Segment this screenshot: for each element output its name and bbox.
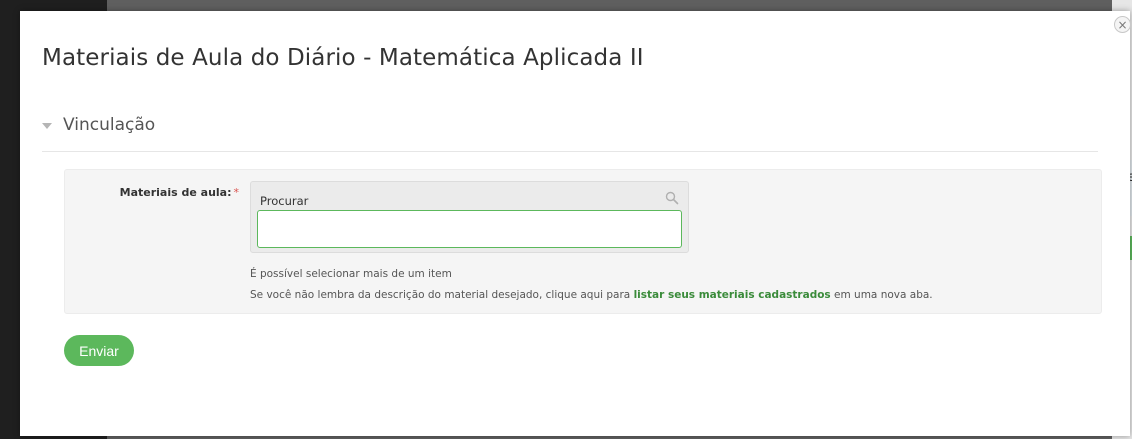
- help-text-list-materials: Se você não lembra da descrição do mater…: [250, 289, 933, 301]
- modal-dialog: Materiais de Aula do Diário - Matemática…: [20, 11, 1130, 436]
- help-text-prefix: Se você não lembra da descrição do mater…: [250, 289, 634, 301]
- help-text-suffix: em uma nova aba.: [830, 289, 933, 301]
- triangle-down-icon: [42, 122, 52, 129]
- field-label-text: Materiais de aula:: [119, 186, 232, 199]
- search-icon: [665, 191, 679, 205]
- field-label-materiais: Materiais de aula: *: [65, 186, 239, 199]
- submit-button[interactable]: Enviar: [64, 335, 134, 366]
- fieldset-toggle[interactable]: Vinculação: [42, 115, 155, 135]
- close-icon[interactable]: ×: [1114, 16, 1131, 33]
- modal-title: Materiais de Aula do Diário - Matemática…: [42, 45, 644, 71]
- search-placeholder: Procurar: [260, 194, 309, 208]
- form-panel: Materiais de aula: * Procurar É possível …: [64, 169, 1102, 314]
- search-input[interactable]: [257, 210, 682, 248]
- fieldset-legend: Vinculação: [63, 115, 156, 135]
- materiais-select[interactable]: Procurar: [250, 181, 689, 253]
- list-materials-link[interactable]: listar seus materiais cadastrados: [634, 289, 831, 301]
- required-marker: *: [233, 186, 240, 199]
- fieldset-vinculacao: Vinculação: [42, 115, 1098, 152]
- help-text-multiselect: É possível selecionar mais de um item: [250, 268, 452, 280]
